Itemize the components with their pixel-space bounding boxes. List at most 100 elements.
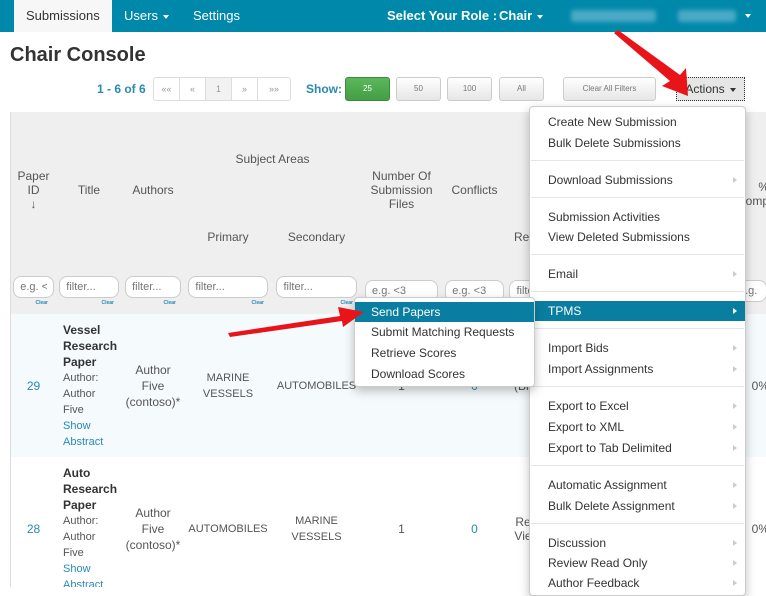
clear-filter-link[interactable]: Clear — [35, 300, 48, 306]
menu-item-discussion[interactable]: Discussion — [530, 533, 745, 553]
menu-item-label: View Deleted Submissions — [548, 230, 690, 244]
menu-item-export-to-xml[interactable]: Export to XML — [530, 417, 745, 437]
menu-item-label: Send Papers — [371, 305, 441, 319]
filter-authors-input[interactable] — [125, 276, 181, 298]
submenu-item-download-scores[interactable]: Download Scores — [355, 364, 534, 384]
menu-item-author-feedback[interactable]: Author Feedback — [530, 573, 745, 593]
page-title: Chair Console — [10, 44, 146, 66]
menu-item-export-to-tab-delimited[interactable]: Export to Tab Delimited — [530, 438, 745, 458]
menu-item-bulk-delete-submissions[interactable]: Bulk Delete Submissions — [530, 133, 745, 153]
table-row-29-authors: Author Five (contoso)* — [122, 314, 185, 458]
menu-item-label: Submit Matching Requests — [371, 325, 515, 339]
nav-tab-submissions[interactable]: Submissions — [14, 0, 112, 32]
page-size-100-button[interactable]: 100 — [447, 77, 492, 101]
menu-item-import-assignments[interactable]: Import Assignments — [530, 359, 745, 379]
user-menu-caret-icon[interactable] — [745, 14, 751, 18]
conflicts-link[interactable]: 0 — [471, 522, 478, 536]
next-page-button[interactable]: » — [232, 78, 258, 100]
submenu-item-retrieve-scores[interactable]: Retrieve Scores — [355, 343, 534, 363]
header-num-files[interactable]: Number Of Submission Files — [361, 112, 443, 269]
menu-item-label: Review Read Only — [548, 556, 648, 570]
filter-secondary-input[interactable] — [276, 276, 357, 298]
table-row-28-authors: Author Five (contoso)* — [122, 457, 185, 587]
menu-item-label: Submission Activities — [548, 210, 661, 224]
author-label: Author: — [63, 514, 99, 527]
menu-item-label: Author Feedback — [548, 576, 640, 590]
page-1-button[interactable]: 1 — [206, 78, 232, 100]
caret-down-icon — [729, 87, 736, 92]
clear-filter-link[interactable]: Clear — [251, 300, 264, 306]
menu-item-automatic-assignment[interactable]: Automatic Assignment — [530, 475, 745, 495]
menu-divider — [531, 328, 744, 329]
paper-id-link[interactable]: 28 — [27, 522, 40, 536]
filter-paper-id-input[interactable] — [13, 276, 54, 298]
menu-item-view-deleted-submissions[interactable]: View Deleted Submissions — [530, 227, 745, 247]
table-row-29-primary: MARINE VESSELS — [184, 314, 273, 458]
menu-item-bulk-delete-assignment[interactable]: Bulk Delete Assignment — [530, 496, 745, 516]
prev-page-button[interactable]: « — [180, 78, 206, 100]
nav-tab-users[interactable]: Users — [112, 0, 181, 32]
menu-item-export-to-excel[interactable]: Export to Excel — [530, 396, 745, 416]
show-abstract-link[interactable]: Abstract — [63, 577, 103, 588]
submenu-item-send-papers[interactable]: Send Papers — [355, 302, 534, 322]
sort-down-icon: ↓ — [30, 197, 37, 211]
header-completion-label: omp — [745, 194, 766, 208]
menu-item-label: Discussion — [548, 536, 607, 550]
first-page-button[interactable]: «« — [154, 78, 180, 100]
filter-title-input[interactable] — [59, 276, 119, 298]
page-size-25-button[interactable]: 25 — [345, 77, 390, 101]
menu-item-label: Bulk Delete Assignment — [548, 499, 675, 513]
last-page-button[interactable]: »» — [258, 78, 290, 100]
header-authors[interactable]: Authors — [122, 112, 185, 269]
menu-item-import-bids[interactable]: Import Bids — [530, 338, 745, 358]
show-abstract-link[interactable]: Show — [63, 561, 91, 577]
menu-item-download-submissions[interactable]: Download Submissions — [530, 170, 745, 190]
header-paper-id[interactable]: Paper ID ↓ — [10, 112, 57, 269]
submenu-arrow-icon — [733, 424, 737, 430]
submenu-arrow-icon — [733, 560, 737, 566]
submenu-arrow-icon — [733, 345, 737, 351]
menu-item-label: Export to Tab Delimited — [548, 441, 672, 455]
filter-cell-authors: Clear — [122, 268, 185, 315]
menu-item-label: Export to XML — [548, 420, 625, 434]
paper-id-link[interactable]: 29 — [27, 379, 40, 393]
clear-filter-link[interactable]: Clear — [340, 300, 353, 306]
menu-item-label: Automatic Assignment — [548, 478, 667, 492]
menu-item-create-new-submission[interactable]: Create New Submission — [530, 112, 745, 132]
clear-all-filters-button[interactable]: Clear All Filters — [563, 77, 656, 101]
table-row-28-primary: AUTOMOBILES — [184, 457, 273, 587]
header-conflicts[interactable]: Conflicts — [442, 112, 508, 269]
filter-cell-primary: Clear — [184, 268, 273, 315]
menu-divider — [531, 386, 744, 387]
show-label: Show: — [306, 82, 342, 96]
show-abstract-link[interactable]: Show — [63, 418, 91, 434]
clear-filter-link[interactable]: Clear — [163, 300, 176, 306]
menu-item-review-read-only[interactable]: Review Read Only — [530, 553, 745, 573]
submenu-arrow-icon — [733, 308, 737, 314]
filter-cell-title: Clear — [56, 268, 123, 315]
page-size-all-button[interactable]: All — [499, 77, 544, 101]
submenu-item-submit-matching-requests[interactable]: Submit Matching Requests — [355, 322, 534, 342]
submenu-arrow-icon — [733, 403, 737, 409]
submenu-arrow-icon — [733, 445, 737, 451]
header-primary[interactable]: Primary — [184, 206, 273, 269]
show-abstract-link[interactable]: Abstract — [63, 434, 103, 450]
menu-item-label: Import Bids — [548, 341, 609, 355]
page-size-50-button[interactable]: 50 — [396, 77, 441, 101]
nav-tab-settings[interactable]: Settings — [181, 0, 252, 32]
header-title[interactable]: Title — [56, 112, 123, 269]
menu-item-email[interactable]: Email — [530, 264, 745, 284]
actions-button[interactable]: Actions — [676, 77, 745, 101]
header-secondary[interactable]: Secondary — [272, 206, 362, 269]
clear-filter-link[interactable]: Clear — [101, 300, 114, 306]
author-name: Author — [63, 387, 96, 400]
menu-item-tpms[interactable]: TPMS — [530, 301, 745, 321]
redacted-user-info — [571, 10, 656, 22]
paper-title: Auto Research Paper — [63, 465, 118, 512]
role-dropdown[interactable]: Chair — [499, 0, 544, 32]
menu-item-submission-activities[interactable]: Submission Activities — [530, 207, 745, 227]
tpms-submenu: Send Papers Submit Matching Requests Ret… — [354, 297, 535, 387]
redacted-user-name[interactable] — [678, 10, 736, 22]
filter-primary-input[interactable] — [188, 276, 268, 298]
filter-cell-secondary: Clear — [272, 268, 362, 315]
